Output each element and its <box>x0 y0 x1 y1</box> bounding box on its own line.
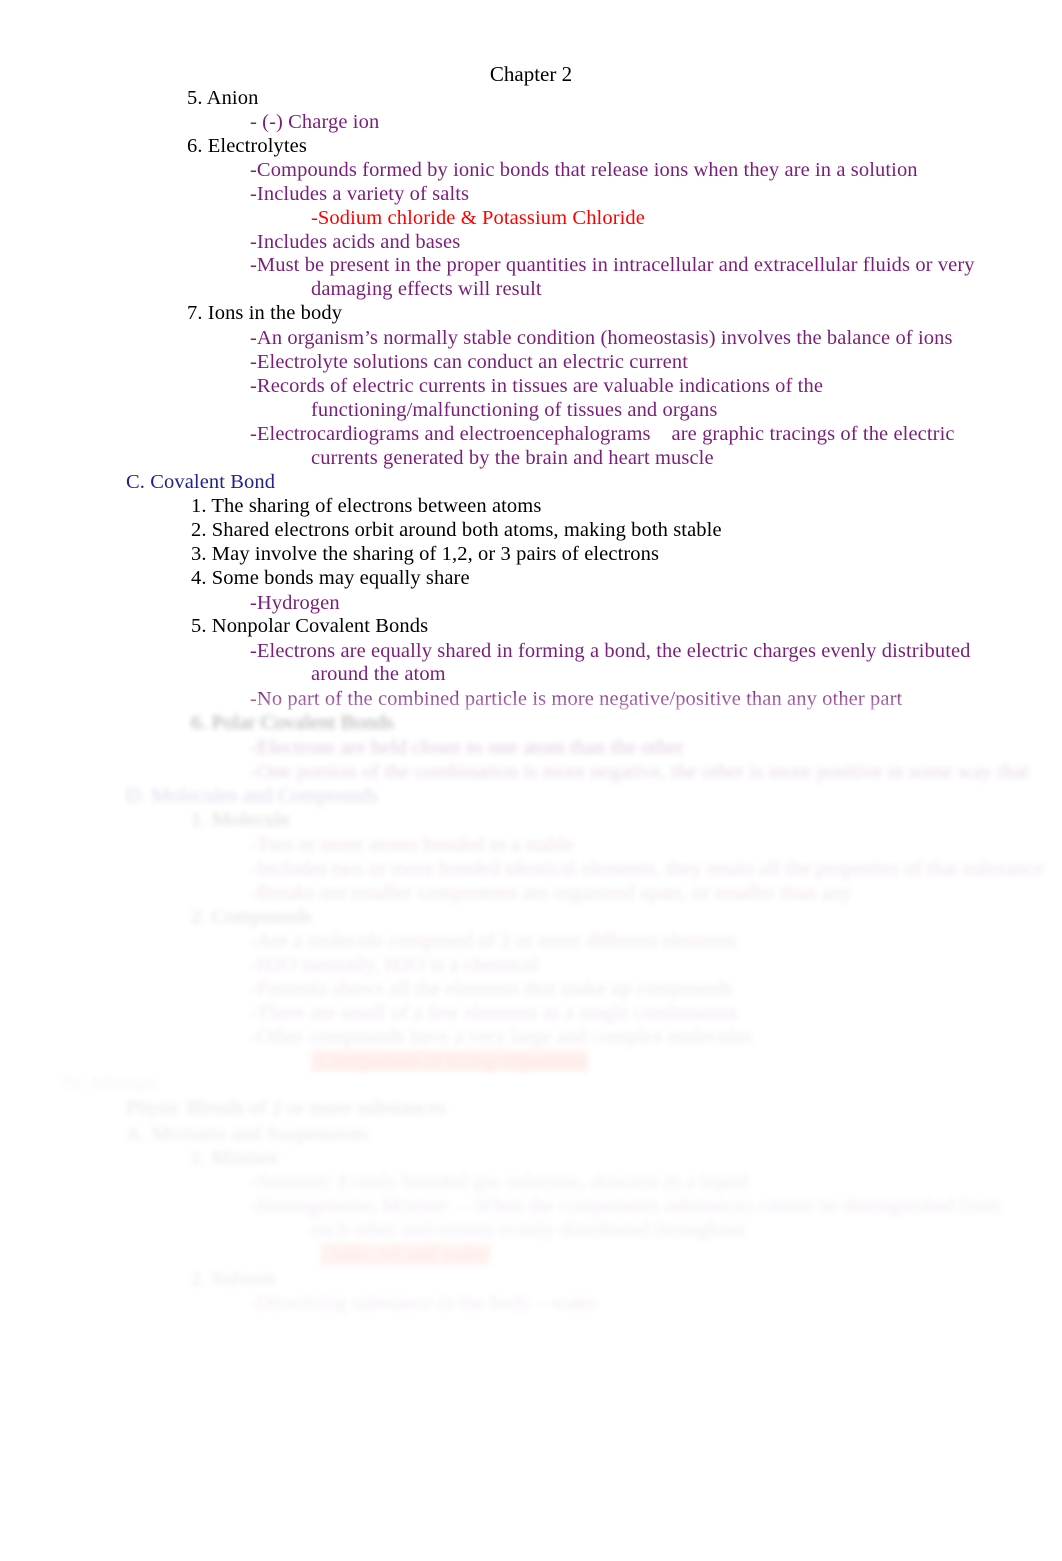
outline-item-compounds: 2. Compounds <box>191 906 312 928</box>
outline-item-covalent-3: 3. May involve the sharing of 1,2, or 3 … <box>191 543 660 565</box>
outline-detail-ions-4-cont: currents generated by the brain and hear… <box>311 447 714 469</box>
page-blank-bottom-area <box>0 1330 1062 1561</box>
outline-item-molecule: 1. Molecule <box>191 809 291 831</box>
outline-item-mixture: 1. Mixture <box>191 1147 279 1169</box>
outline-detail-compounds-highlight: -Compounds of living organisms <box>311 1049 589 1073</box>
outline-detail-nonpolar-1: -Electrons are equally shared in forming… <box>250 640 971 662</box>
outline-detail-molecule-2: -Includes two or more bonded identical e… <box>250 858 1044 880</box>
outline-detail-polar-1: -Electrons are held closer to one atom t… <box>250 737 684 759</box>
outline-detail-molecule-3: -Breaks out smaller components are organ… <box>250 882 852 904</box>
highlight-compounds-living-organisms: -Compounds of living organisms <box>311 1050 589 1072</box>
outline-detail-solvent-1: -Dissolving substance in the body – wate… <box>250 1292 598 1314</box>
outline-detail-compounds-2: -H2O naturally, H2O is a chemical <box>250 954 539 976</box>
page-header-chapter-title: Chapter 2 <box>489 62 573 86</box>
outline-detail-compounds-5: -Other compounds have a very large and c… <box>250 1026 753 1048</box>
outline-detail-ions-4: -Electrocardiograms and electroencephalo… <box>250 423 955 445</box>
outline-detail-hydrogen: -Hydrogen <box>250 592 340 614</box>
outline-item-covalent-1: 1. The sharing of electrons between atom… <box>191 495 542 517</box>
outline-detail-ions-3: -Records of electric currents in tissues… <box>250 375 824 397</box>
outline-detail-electrolytes-1: -Compounds formed by ionic bonds that re… <box>250 159 918 181</box>
section-heading-mixture: IV. Mixture <box>62 1073 159 1095</box>
outline-detail-electrolytes-4-cont: damaging effects will result <box>311 278 542 300</box>
outline-detail-electrolytes-4: -Must be present in the proper quantitie… <box>250 254 975 276</box>
outline-item-covalent-6: 6. Polar Covalent Bonds <box>191 712 394 734</box>
outline-detail-nonpolar-1-cont: around the atom <box>311 663 446 685</box>
section-heading-molecules-and-compounds: D. Molecules and Compounds <box>126 785 378 807</box>
outline-detail-mixture-highlight: -Salts, oil and water <box>320 1242 491 1266</box>
outline-detail-electrolytes-2: -Includes a variety of salts <box>250 183 470 205</box>
outline-item-anion: 5. Anion <box>187 87 259 109</box>
mixture-subtitle: Physic Blends of 2 or more substances <box>126 1097 447 1119</box>
outline-detail-mixture-1: -Solution: Evenly blended gas solutions,… <box>250 1171 749 1193</box>
outline-item-solvent: 2. Solvent <box>191 1268 276 1290</box>
outline-detail-polar-2: -One portion of the combination is more … <box>250 761 1029 783</box>
outline-detail-ions-1: -An organism’s normally stable condition… <box>250 327 953 349</box>
outline-item-electrolytes: 6. Electrolytes <box>187 135 307 157</box>
outline-detail-ions-3-cont: functioning/malfunctioning of tissues an… <box>311 399 718 421</box>
outline-detail-nonpolar-2: -No part of the combined particle is mor… <box>250 688 903 710</box>
outline-detail-ions-2: -Electrolyte solutions can conduct an el… <box>250 351 688 373</box>
outline-detail-electrolytes-3: -Includes acids and bases <box>250 231 461 253</box>
outline-detail-compounds-1: -Are a molecule composed of 2 or more di… <box>250 930 737 952</box>
outline-detail-molecule-1: -Two or more atoms bonded in a stable <box>250 834 574 856</box>
document-page: Chapter 2 5. Anion - (-) Charge ion 6. E… <box>0 0 1062 1561</box>
outline-detail-mixture-2: -Homogeneous Mixture – When the componen… <box>250 1195 1000 1217</box>
highlight-salts-oil-water: -Salts, oil and water <box>320 1243 491 1265</box>
outline-detail-compounds-3: -Formula shows all the elements that mak… <box>250 978 733 1000</box>
section-heading-mixtures-and-suspensions: A. Mixtures and Suspensions <box>126 1123 370 1145</box>
outline-item-ions-in-body: 7. Ions in the body <box>187 302 343 324</box>
outline-detail-mixture-2-cont: each other and remain evenly distributed… <box>311 1219 746 1241</box>
outline-item-covalent-2: 2. Shared electrons orbit around both at… <box>191 519 722 541</box>
outline-item-anion-charge: - (-) Charge ion <box>250 111 380 133</box>
section-heading-covalent-bond: C. Covalent Bond <box>126 471 276 493</box>
outline-item-covalent-4: 4. Some bonds may equally share <box>191 567 470 589</box>
outline-detail-salts-examples: -Sodium chloride & Potassium Chloride <box>311 207 645 229</box>
outline-detail-compounds-4: -There are small of a few elements in a … <box>250 1002 738 1024</box>
outline-item-covalent-5: 5. Nonpolar Covalent Bonds <box>191 615 429 637</box>
